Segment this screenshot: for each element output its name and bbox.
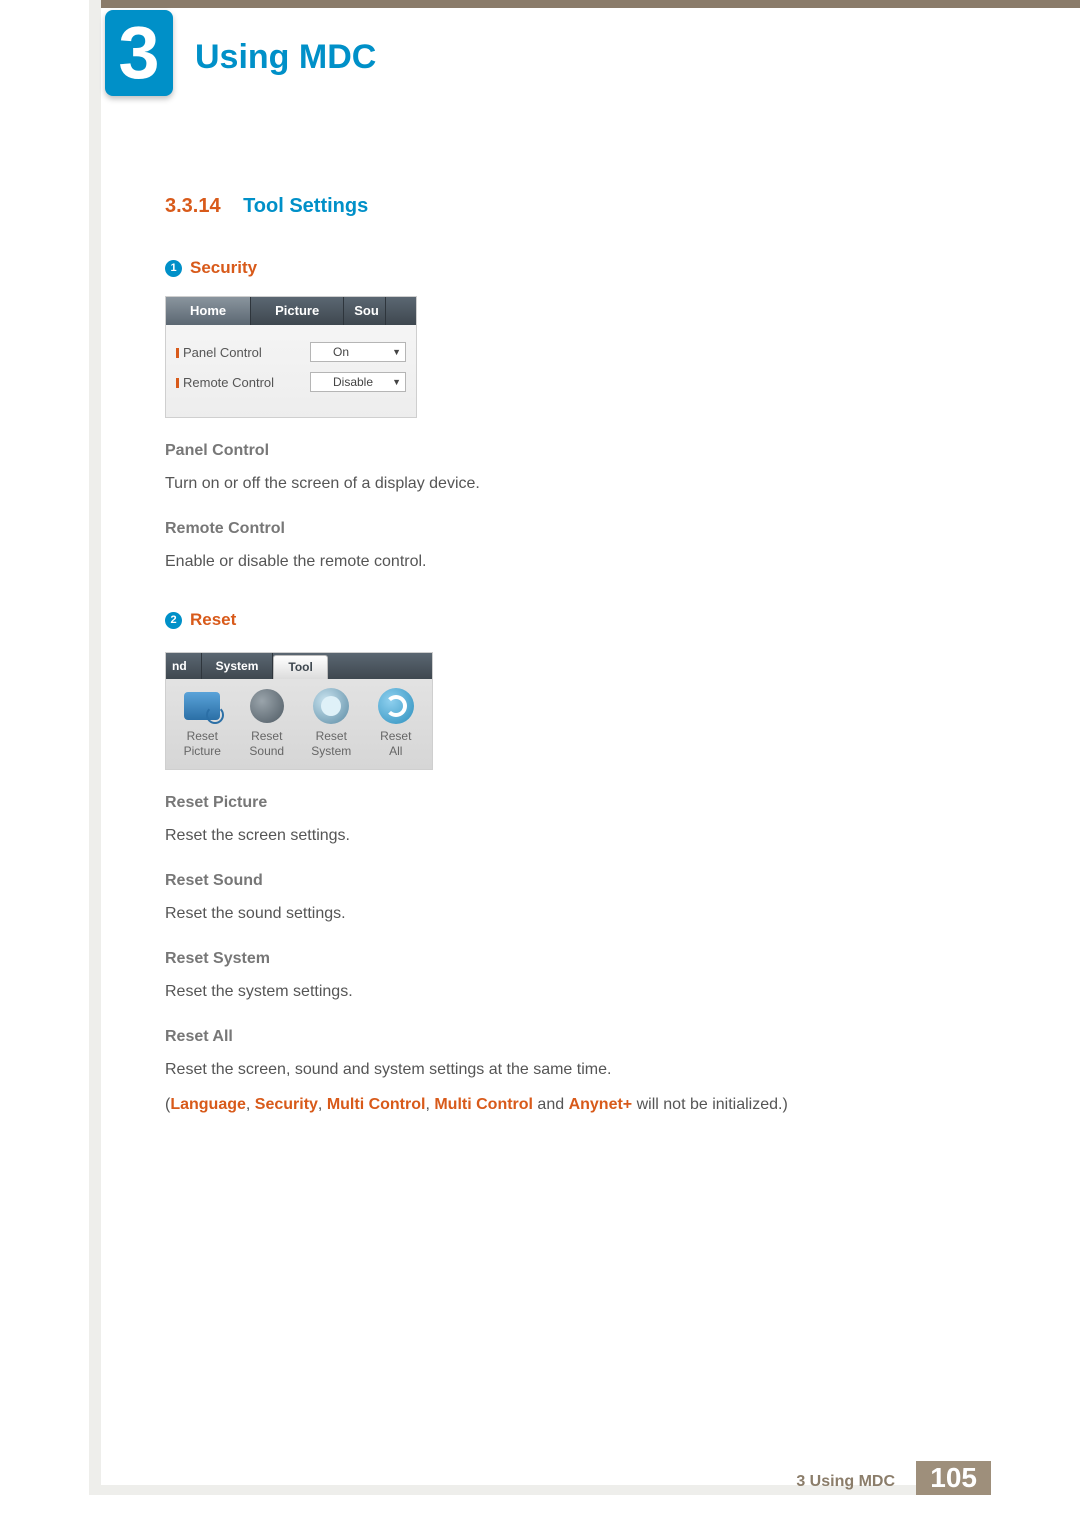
note-tail: will not be initialized.): [632, 1096, 788, 1113]
tab-system[interactable]: System: [202, 653, 274, 679]
note-multi1: Multi Control: [327, 1096, 426, 1113]
reset-sound-button[interactable]: Reset Sound: [238, 687, 296, 759]
subsection-reset-heading: 2 Reset: [165, 610, 955, 630]
note-security: Security: [255, 1096, 318, 1113]
reset-picture-button[interactable]: Reset Picture: [173, 687, 231, 759]
note-anynet: Anynet+: [569, 1096, 633, 1113]
top-accent-bar: [89, 0, 1080, 8]
reset-system-button[interactable]: Reset System: [302, 687, 360, 759]
note-and: and: [533, 1096, 569, 1113]
label-remote-control: Remote Control: [176, 375, 274, 390]
reset-all-button[interactable]: Reset All: [367, 687, 425, 759]
security-tabs: Home Picture Sou: [166, 297, 416, 325]
def-reset-system-heading: Reset System: [165, 950, 955, 968]
section-number: 3.3.14: [165, 195, 221, 218]
reset-all-icon: [377, 687, 415, 725]
def-reset-all-text: Reset the screen, sound and system setti…: [165, 1058, 955, 1082]
select-remote-control[interactable]: Disable ▼: [310, 372, 406, 392]
def-remote-control-heading: Remote Control: [165, 520, 955, 538]
section-heading: 3.3.14 Tool Settings: [165, 195, 955, 218]
def-reset-sound-heading: Reset Sound: [165, 872, 955, 890]
bullet-2-icon: 2: [165, 612, 182, 629]
footer-chapter-label: 3 Using MDC: [796, 1473, 895, 1491]
def-panel-control-text: Turn on or off the screen of a display d…: [165, 472, 955, 496]
security-body: Panel Control On ▼ Remote Control Disabl…: [166, 325, 416, 417]
row-remote-control: Remote Control Disable ▼: [176, 367, 406, 397]
note-multi2: Multi Control: [434, 1096, 533, 1113]
row-panel-control: Panel Control On ▼: [176, 337, 406, 367]
note-c3: ,: [425, 1096, 434, 1113]
subsection-security-heading: 1 Security: [165, 258, 955, 278]
def-panel-control-heading: Panel Control: [165, 442, 955, 460]
section-title: Tool Settings: [243, 195, 368, 217]
chapter-number-badge: 3: [105, 10, 173, 96]
chapter-title: Using MDC: [195, 38, 376, 77]
bullet-1-icon: 1: [165, 260, 182, 277]
reset-system-icon: [312, 687, 350, 725]
reset-all-label: Reset All: [367, 729, 425, 759]
chevron-down-icon: ▼: [392, 347, 401, 357]
select-panel-value: On: [333, 345, 349, 359]
subsection-reset-title: Reset: [190, 610, 236, 630]
reset-picture-icon: [183, 687, 221, 725]
note-c2: ,: [318, 1096, 327, 1113]
tab-nd-cut[interactable]: nd: [166, 653, 202, 679]
page-content: 3.3.14 Tool Settings 1 Security Home Pic…: [165, 195, 955, 1114]
subsection-security-title: Security: [190, 258, 257, 278]
reset-picture-label: Reset Picture: [173, 729, 231, 759]
def-reset-sound-text: Reset the sound settings.: [165, 902, 955, 926]
select-remote-value: Disable: [333, 375, 373, 389]
label-panel-control: Panel Control: [176, 345, 262, 360]
def-reset-all-heading: Reset All: [165, 1028, 955, 1046]
page-number: 105: [916, 1461, 991, 1495]
def-reset-picture-heading: Reset Picture: [165, 794, 955, 812]
def-reset-picture-text: Reset the screen settings.: [165, 824, 955, 848]
note-language: Language: [170, 1096, 246, 1113]
reset-sound-icon: [248, 687, 286, 725]
def-remote-control-text: Enable or disable the remote control.: [165, 550, 955, 574]
def-reset-system-text: Reset the system settings.: [165, 980, 955, 1004]
tab-spacer: [328, 653, 432, 679]
select-panel-control[interactable]: On ▼: [310, 342, 406, 362]
tab-home[interactable]: Home: [166, 297, 251, 325]
tab-sound-cut[interactable]: Sou: [344, 297, 386, 325]
tab-tool[interactable]: Tool: [273, 655, 327, 679]
note-c1: ,: [246, 1096, 255, 1113]
reset-sound-label: Reset Sound: [238, 729, 296, 759]
reset-note: (Language, Security, Multi Control, Mult…: [165, 1096, 955, 1114]
security-screenshot: Home Picture Sou Panel Control On ▼ Remo…: [165, 296, 417, 418]
tab-picture[interactable]: Picture: [251, 297, 344, 325]
reset-tabs: nd System Tool: [166, 653, 432, 679]
left-margin-bar: [89, 0, 101, 1485]
reset-buttons: Reset Picture Reset Sound Reset System R…: [166, 679, 432, 769]
reset-system-label: Reset System: [302, 729, 360, 759]
chevron-down-icon: ▼: [392, 377, 401, 387]
reset-screenshot: nd System Tool Reset Picture Reset Sound…: [165, 652, 433, 770]
